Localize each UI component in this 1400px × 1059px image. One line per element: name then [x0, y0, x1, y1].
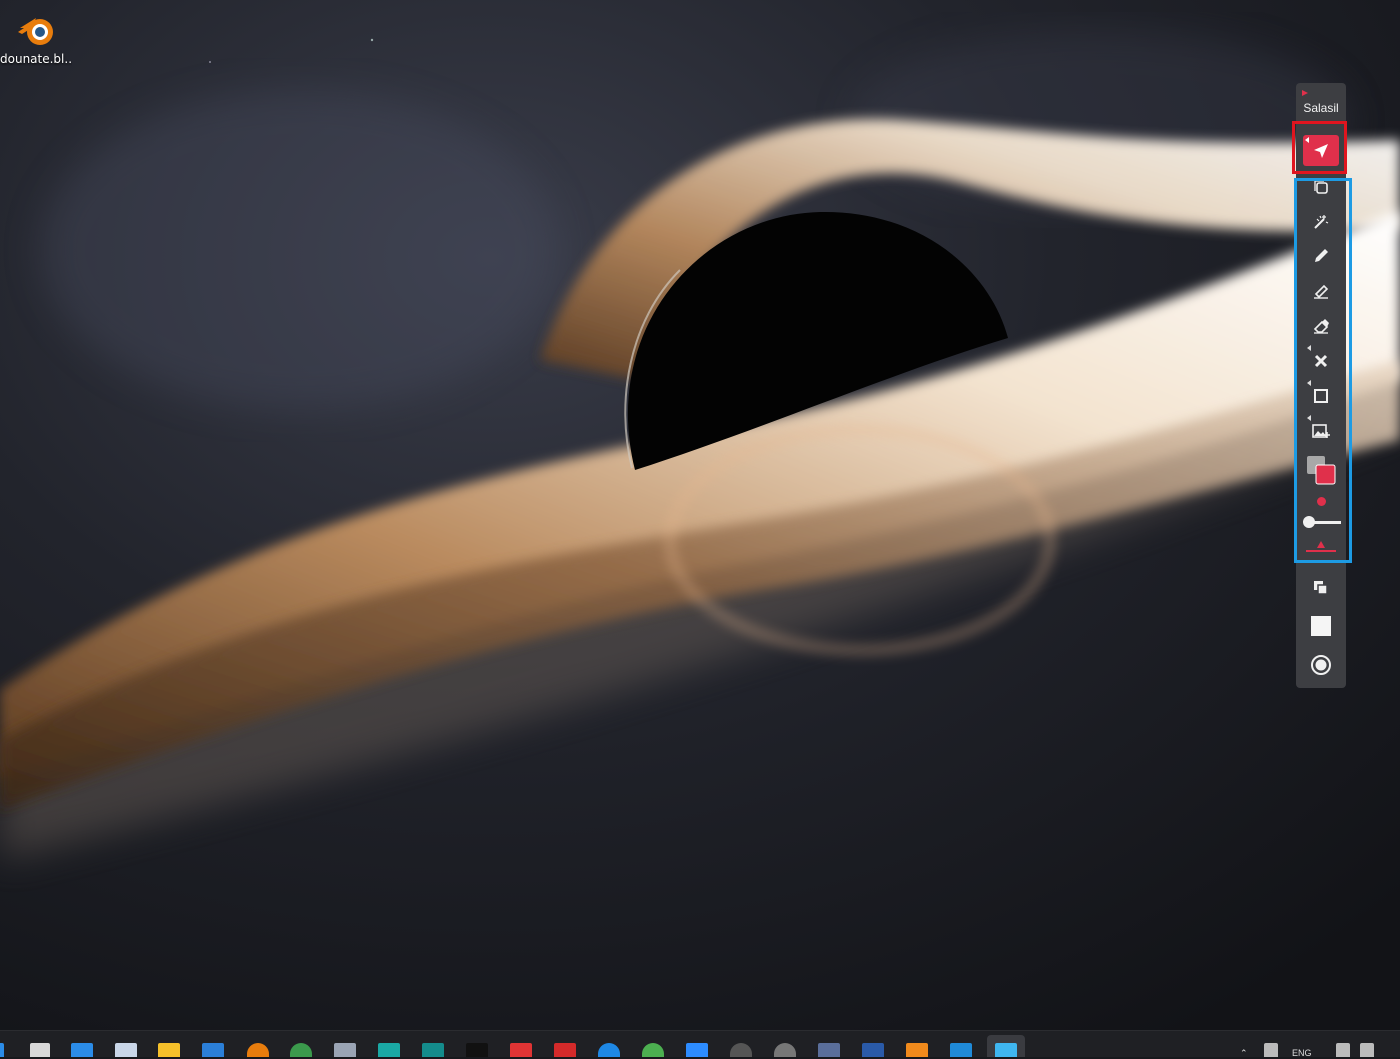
- app-rocket-icon[interactable]: [818, 1043, 840, 1057]
- vlc-icon[interactable]: [906, 1043, 928, 1057]
- maya-icon[interactable]: [378, 1043, 400, 1057]
- powershell-icon[interactable]: [862, 1043, 884, 1057]
- network-icon[interactable]: [1336, 1043, 1350, 1057]
- taskbar: ⌃ ENG: [0, 1030, 1400, 1059]
- highlight-frame-red: [1292, 121, 1347, 174]
- whiteboard-button[interactable]: [1305, 611, 1337, 641]
- app-red2-icon[interactable]: [554, 1043, 576, 1057]
- salasil-logo-icon: [1302, 90, 1308, 96]
- layers-icon: [1314, 581, 1328, 595]
- app-circle-icon[interactable]: [774, 1043, 796, 1057]
- notepad-icon[interactable]: [115, 1043, 137, 1057]
- app-green-icon[interactable]: [642, 1043, 664, 1057]
- volume-icon[interactable]: [1360, 1043, 1374, 1057]
- app-blue-icon[interactable]: [598, 1043, 620, 1057]
- toolbar-brand: Salasil: [1296, 90, 1346, 115]
- record-button[interactable]: [1305, 650, 1337, 680]
- desktop-icon-label: dounate.bl...: [0, 52, 72, 66]
- desktop-wallpaper: [0, 0, 1400, 1030]
- tray-chevron-icon[interactable]: ⌃: [1240, 1048, 1248, 1059]
- app-icon[interactable]: [334, 1043, 356, 1057]
- 3dsmax-icon[interactable]: [422, 1043, 444, 1057]
- start-icon[interactable]: [0, 1043, 4, 1057]
- task-view-icon[interactable]: [30, 1043, 50, 1057]
- app-red-icon[interactable]: [510, 1043, 532, 1057]
- mail-icon[interactable]: [202, 1043, 224, 1057]
- tray-app-icon[interactable]: [1264, 1043, 1278, 1057]
- desktop-icon-blend-file[interactable]: dounate.bl...: [0, 10, 72, 66]
- widgets-icon[interactable]: [71, 1043, 93, 1057]
- layers-button[interactable]: [1305, 573, 1337, 603]
- whiteboard-icon: [1311, 616, 1331, 636]
- tray-language[interactable]: ENG: [1292, 1048, 1312, 1058]
- blender-icon[interactable]: [247, 1043, 269, 1057]
- file-explorer-icon[interactable]: [158, 1043, 180, 1057]
- highlight-frame-blue: [1294, 178, 1352, 563]
- vscode-icon[interactable]: [950, 1043, 972, 1057]
- record-icon: [1311, 655, 1331, 675]
- obs-icon[interactable]: [730, 1043, 752, 1057]
- chrome-icon[interactable]: [290, 1043, 312, 1057]
- epic-games-icon[interactable]: [466, 1043, 488, 1057]
- app-meet-icon[interactable]: [686, 1043, 708, 1057]
- flutter-icon[interactable]: [995, 1043, 1017, 1057]
- blender-icon: [18, 18, 53, 45]
